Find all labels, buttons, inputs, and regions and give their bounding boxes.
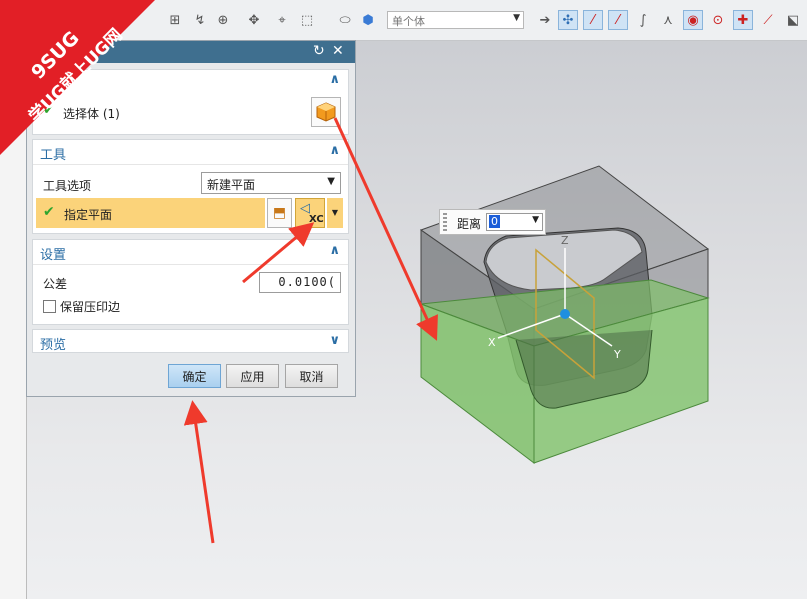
- arrow-to-body: [333, 117, 438, 341]
- arrow-to-ok-button: [183, 400, 215, 544]
- arrow-to-plane-button: [242, 222, 315, 284]
- watermark-banner: 9SUG 学UG就上UG网: [0, 0, 155, 155]
